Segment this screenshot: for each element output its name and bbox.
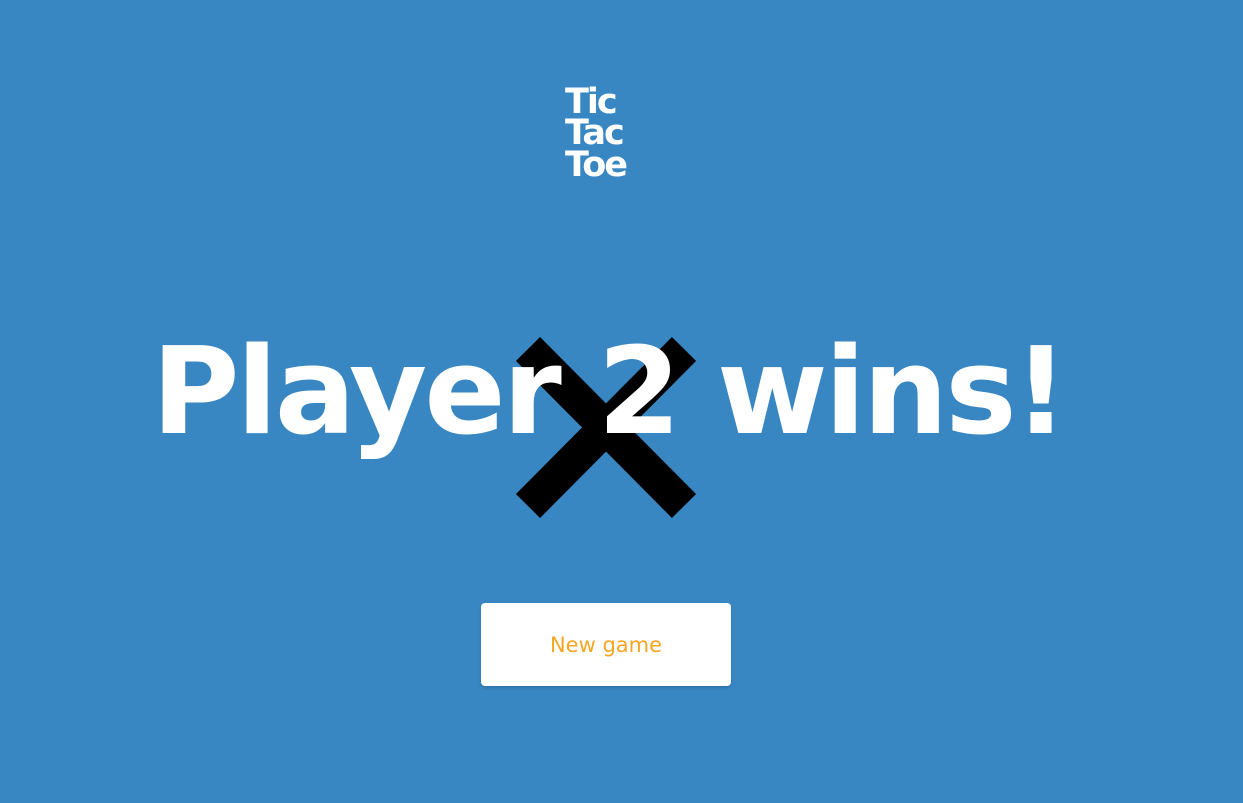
winner-headline: Player 2 wins!	[151, 323, 1069, 462]
game-logo: Tic Tac Toe	[565, 85, 645, 186]
logo-line-toe: Toe	[565, 145, 628, 185]
new-game-button[interactable]: New game	[481, 603, 731, 686]
